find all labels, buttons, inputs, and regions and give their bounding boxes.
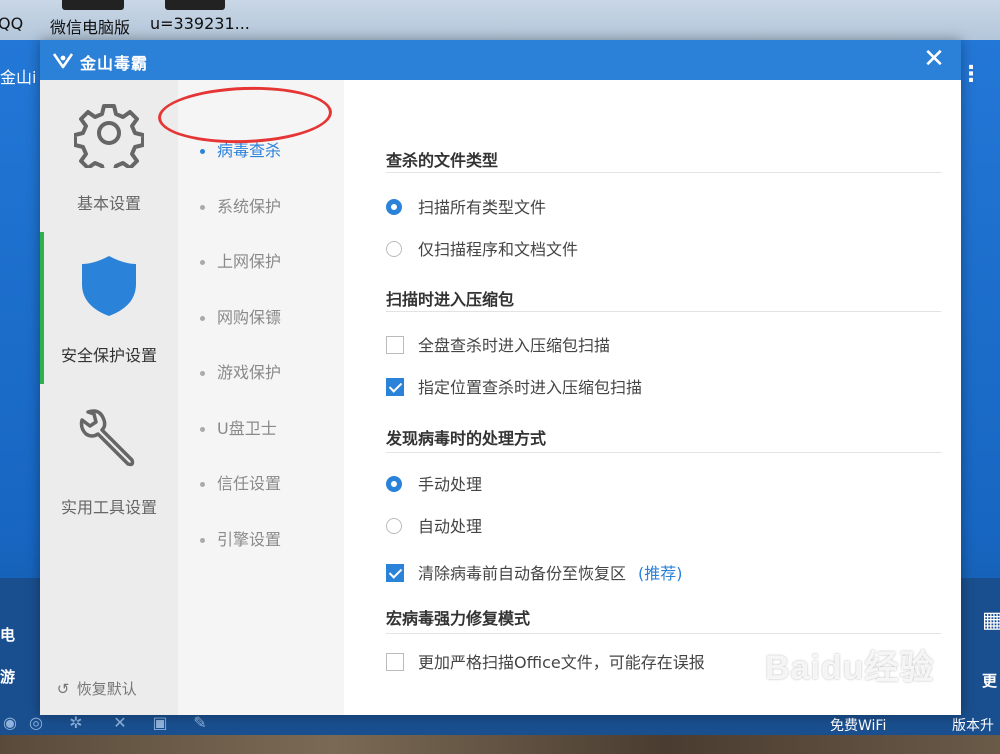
category-security-settings[interactable]: 安全保护设置	[40, 232, 178, 384]
radio-button[interactable]	[386, 476, 402, 492]
subnav-game-protection[interactable]: 游戏保护	[200, 359, 281, 383]
subnav-label: 信任设置	[217, 474, 282, 493]
category-tools-settings[interactable]: 实用工具设置	[40, 384, 178, 536]
background-app-title: 金山i	[0, 68, 37, 87]
recommend-note: (推荐)	[638, 564, 683, 583]
radio-button[interactable]	[386, 199, 402, 215]
radio-button[interactable]	[386, 518, 402, 534]
subnav-label: 系统保护	[217, 197, 282, 216]
category-basic-settings[interactable]: 基本设置	[40, 80, 178, 232]
settings-dialog: 金山毒霸 ✕ 基本设置 安全保护设置 实用工具设置 ↺ 恢复默认 病毒查杀 系统…	[40, 40, 961, 715]
category-label: 实用工具设置	[60, 498, 157, 517]
tool-icon[interactable]: ✲	[66, 713, 86, 733]
wrench-icon	[79, 409, 135, 467]
watermark-url: jingyan.baidu.com	[770, 684, 908, 703]
section-divider	[386, 633, 941, 634]
desktop-icon-image[interactable]: u=339231...	[150, 14, 250, 33]
section-title-virus-handling: 发现病毒时的处理方式	[386, 429, 547, 448]
option-label: 指定位置查杀时进入压缩包扫描	[418, 378, 643, 397]
dialog-titlebar[interactable]: 金山毒霸 ✕	[40, 40, 961, 80]
option-full-scan-archives[interactable]: 全盘查杀时进入压缩包扫描	[386, 332, 610, 356]
subnav-system-protection[interactable]: 系统保护	[200, 193, 281, 217]
category-label: 安全保护设置	[60, 346, 157, 365]
checkbox[interactable]	[386, 564, 404, 582]
desktop-icon-qq[interactable]: QQ	[0, 14, 23, 33]
section-divider	[386, 452, 941, 453]
duba-logo-icon	[52, 53, 74, 69]
tool-icon[interactable]: ◎	[26, 713, 46, 733]
option-label: 扫描所有类型文件	[418, 198, 547, 217]
settings-content: 查杀的文件类型 扫描所有类型文件 仅扫描程序和文档文件 扫描时进入压缩包 全盘查…	[344, 80, 961, 715]
subnav-label: 病毒查杀	[217, 141, 282, 160]
tool-icon[interactable]: ▣	[150, 713, 170, 733]
desktop-icon-strip: QQ 微信电脑版 u=339231...	[0, 0, 1000, 40]
section-title-file-types: 查杀的文件类型	[386, 151, 499, 170]
sub-navigation: 病毒查杀 系统保护 上网保护 网购保镖 游戏保护 U盘卫士 信任设置 引擎设置	[178, 80, 344, 715]
section-title-archives: 扫描时进入压缩包	[386, 290, 515, 309]
option-manual-handling[interactable]: 手动处理	[386, 471, 482, 495]
background-toolbar: ◉ ◎ ✲ ✕ ▣ ✎ 免费WiFi 版本升	[0, 713, 1000, 735]
section-divider	[386, 311, 941, 312]
subnav-label: U盘卫士	[217, 419, 277, 438]
undo-icon: ↺	[56, 680, 70, 698]
option-scan-all-files[interactable]: 扫描所有类型文件	[386, 194, 546, 218]
option-custom-scan-archives[interactable]: 指定位置查杀时进入压缩包扫描	[386, 374, 642, 398]
tool-icon[interactable]: ✕	[110, 713, 130, 733]
subnav-label: 引擎设置	[217, 530, 282, 549]
option-label: 手动处理	[418, 475, 483, 494]
subnav-engine-settings[interactable]: 引擎设置	[200, 526, 281, 550]
radio-button[interactable]	[386, 241, 402, 257]
desktop-icon-wechat[interactable]: 微信电脑版	[50, 14, 130, 38]
desktop-wallpaper-strip	[0, 735, 1000, 754]
tool-icon[interactable]: ◉	[0, 713, 20, 733]
option-label: 仅扫描程序和文档文件	[418, 240, 579, 259]
close-button[interactable]: ✕	[919, 44, 949, 74]
subnav-label: 网购保镖	[217, 308, 282, 327]
restore-defaults-label: 恢复默认	[76, 680, 137, 698]
background-left-item[interactable]: 游	[0, 666, 15, 687]
section-divider	[386, 172, 941, 173]
checkbox[interactable]	[386, 653, 404, 671]
subnav-label: 上网保护	[217, 252, 282, 271]
checkbox[interactable]	[386, 378, 404, 396]
option-label: 清除病毒前自动备份至恢复区	[418, 564, 627, 583]
option-scan-programs-docs[interactable]: 仅扫描程序和文档文件	[386, 236, 578, 260]
shield-icon	[82, 256, 136, 316]
version-status[interactable]: 版本升	[952, 715, 994, 735]
grid-icon[interactable]: ▦	[982, 608, 1000, 633]
option-strict-office-scan[interactable]: 更加严格扫描Office文件，可能存在误报	[386, 649, 705, 673]
baidu-jingyan-watermark: Baidu经验	[765, 649, 935, 687]
background-left-item[interactable]: 电	[0, 624, 15, 645]
section-title-macro-repair: 宏病毒强力修复模式	[386, 609, 531, 628]
image-thumbnail-icon	[165, 0, 225, 10]
option-label: 更加严格扫描Office文件，可能存在误报	[418, 653, 705, 672]
wifi-status[interactable]: 免费WiFi	[830, 715, 886, 735]
category-sidebar: 基本设置 安全保护设置 实用工具设置 ↺ 恢复默认	[40, 80, 178, 715]
subnav-trust-settings[interactable]: 信任设置	[200, 470, 281, 494]
checkbox[interactable]	[386, 336, 404, 354]
subnav-web-protection[interactable]: 上网保护	[200, 248, 281, 272]
option-auto-handling[interactable]: 自动处理	[386, 513, 482, 537]
subnav-usb-guard[interactable]: U盘卫士	[200, 415, 277, 439]
wechat-icon	[62, 0, 124, 10]
gear-icon	[74, 104, 144, 168]
option-label: 自动处理	[418, 517, 483, 536]
option-label: 全盘查杀时进入压缩包扫描	[418, 336, 611, 355]
subnav-shopping-guard[interactable]: 网购保镖	[200, 304, 281, 328]
option-backup-before-clean[interactable]: 清除病毒前自动备份至恢复区 (推荐)	[386, 560, 683, 584]
more-menu-icon[interactable]: ⋮	[960, 62, 982, 87]
background-right-item[interactable]: 更	[982, 670, 997, 691]
subnav-label: 游戏保护	[217, 363, 282, 382]
dialog-title: 金山毒霸	[80, 54, 149, 73]
category-label: 基本设置	[76, 194, 141, 213]
restore-defaults-button[interactable]: ↺ 恢复默认	[54, 678, 137, 699]
tool-icon[interactable]: ✎	[190, 713, 210, 733]
